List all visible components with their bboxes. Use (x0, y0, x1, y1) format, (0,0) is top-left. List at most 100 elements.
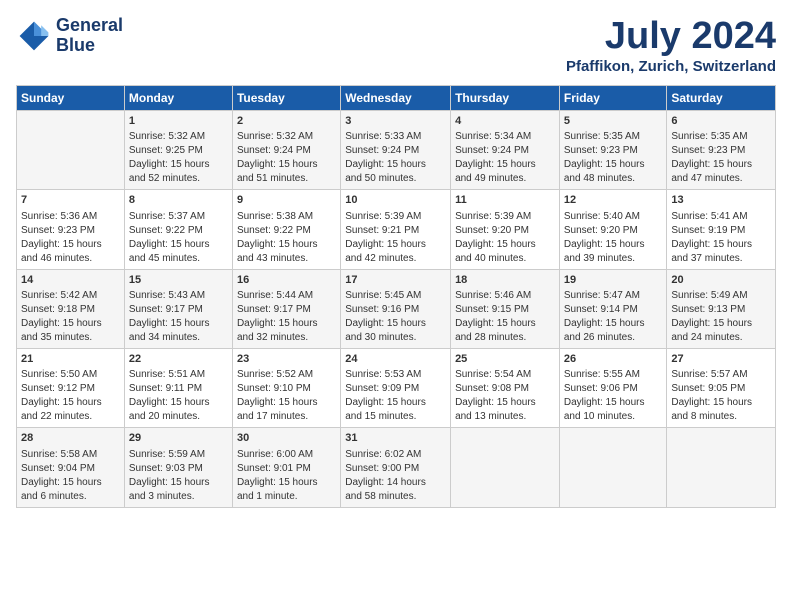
day-number: 29 (129, 431, 228, 446)
location-subtitle: Pfaffikon, Zurich, Switzerland (566, 58, 776, 75)
day-info-line: Sunrise: 5:49 AM (671, 289, 771, 303)
day-info-line: Daylight: 15 hours (237, 317, 336, 331)
calendar-cell: 16Sunrise: 5:44 AMSunset: 9:17 PMDayligh… (232, 269, 340, 348)
day-info-line: Sunrise: 5:32 AM (237, 130, 336, 144)
day-info-line: and 3 minutes. (129, 490, 228, 504)
day-info-line: Daylight: 15 hours (237, 476, 336, 490)
day-info-line: Sunrise: 6:02 AM (345, 448, 446, 462)
day-number: 24 (345, 352, 446, 367)
day-info-line: Sunset: 9:23 PM (564, 144, 663, 158)
calendar-cell: 9Sunrise: 5:38 AMSunset: 9:22 PMDaylight… (232, 190, 340, 269)
logo-icon (16, 18, 52, 54)
day-info-line: Sunset: 9:01 PM (237, 462, 336, 476)
day-info-line: Daylight: 15 hours (129, 317, 228, 331)
calendar-week-3: 14Sunrise: 5:42 AMSunset: 9:18 PMDayligh… (17, 269, 776, 348)
col-sunday: Sunday (17, 85, 125, 110)
day-info-line: Sunset: 9:22 PM (237, 224, 336, 238)
day-info-line: Daylight: 15 hours (237, 238, 336, 252)
day-info-line: Sunrise: 5:44 AM (237, 289, 336, 303)
day-info-line: and 26 minutes. (564, 331, 663, 345)
day-info-line: Daylight: 15 hours (129, 158, 228, 172)
day-info-line: Sunset: 9:11 PM (129, 382, 228, 396)
col-monday: Monday (124, 85, 232, 110)
day-info-line: Sunrise: 5:34 AM (455, 130, 555, 144)
day-info-line: Daylight: 15 hours (671, 238, 771, 252)
day-info-line: Sunrise: 5:40 AM (564, 210, 663, 224)
day-info-line: Sunset: 9:10 PM (237, 382, 336, 396)
day-info-line: Sunrise: 5:50 AM (21, 368, 120, 382)
day-number: 5 (564, 114, 663, 129)
day-info-line: Sunrise: 5:35 AM (564, 130, 663, 144)
day-info-line: and 35 minutes. (21, 331, 120, 345)
calendar-cell: 3Sunrise: 5:33 AMSunset: 9:24 PMDaylight… (341, 110, 451, 189)
day-info-line: and 47 minutes. (671, 172, 771, 186)
calendar-cell (667, 428, 776, 507)
day-info-line: Daylight: 15 hours (21, 317, 120, 331)
calendar-cell: 14Sunrise: 5:42 AMSunset: 9:18 PMDayligh… (17, 269, 125, 348)
day-info-line: Sunset: 9:08 PM (455, 382, 555, 396)
calendar-cell: 12Sunrise: 5:40 AMSunset: 9:20 PMDayligh… (559, 190, 667, 269)
calendar-cell: 1Sunrise: 5:32 AMSunset: 9:25 PMDaylight… (124, 110, 232, 189)
day-info-line: Sunrise: 5:33 AM (345, 130, 446, 144)
day-number: 26 (564, 352, 663, 367)
day-info-line: Sunrise: 5:52 AM (237, 368, 336, 382)
day-number: 13 (671, 193, 771, 208)
calendar-cell: 2Sunrise: 5:32 AMSunset: 9:24 PMDaylight… (232, 110, 340, 189)
calendar-cell: 20Sunrise: 5:49 AMSunset: 9:13 PMDayligh… (667, 269, 776, 348)
logo-text: General Blue (56, 16, 123, 56)
calendar-cell: 18Sunrise: 5:46 AMSunset: 9:15 PMDayligh… (451, 269, 560, 348)
day-info-line: Daylight: 15 hours (129, 476, 228, 490)
header-row: Sunday Monday Tuesday Wednesday Thursday… (17, 85, 776, 110)
day-info-line: and 1 minute. (237, 490, 336, 504)
day-info-line: Sunrise: 6:00 AM (237, 448, 336, 462)
day-info-line: and 50 minutes. (345, 172, 446, 186)
day-number: 3 (345, 114, 446, 129)
day-number: 2 (237, 114, 336, 129)
day-number: 17 (345, 273, 446, 288)
day-info-line: and 45 minutes. (129, 252, 228, 266)
day-info-line: Sunset: 9:19 PM (671, 224, 771, 238)
day-info-line: Sunrise: 5:46 AM (455, 289, 555, 303)
day-info-line: Sunrise: 5:59 AM (129, 448, 228, 462)
day-info-line: Sunset: 9:17 PM (237, 303, 336, 317)
day-info-line: Sunset: 9:23 PM (671, 144, 771, 158)
day-info-line: Daylight: 15 hours (345, 158, 446, 172)
calendar-cell: 27Sunrise: 5:57 AMSunset: 9:05 PMDayligh… (667, 348, 776, 427)
day-info-line: Daylight: 15 hours (671, 396, 771, 410)
calendar-cell: 24Sunrise: 5:53 AMSunset: 9:09 PMDayligh… (341, 348, 451, 427)
day-number: 11 (455, 193, 555, 208)
day-number: 18 (455, 273, 555, 288)
day-info-line: Sunset: 9:24 PM (455, 144, 555, 158)
day-number: 4 (455, 114, 555, 129)
calendar-week-2: 7Sunrise: 5:36 AMSunset: 9:23 PMDaylight… (17, 190, 776, 269)
day-info-line: Sunset: 9:25 PM (129, 144, 228, 158)
calendar-cell (451, 428, 560, 507)
day-number: 23 (237, 352, 336, 367)
day-info-line: and 20 minutes. (129, 410, 228, 424)
day-info-line: and 28 minutes. (455, 331, 555, 345)
day-number: 30 (237, 431, 336, 446)
day-info-line: Daylight: 15 hours (237, 158, 336, 172)
day-info-line: Sunrise: 5:36 AM (21, 210, 120, 224)
day-info-line: Sunrise: 5:51 AM (129, 368, 228, 382)
day-number: 19 (564, 273, 663, 288)
day-info-line: and 6 minutes. (21, 490, 120, 504)
day-info-line: and 30 minutes. (345, 331, 446, 345)
day-info-line: Sunset: 9:15 PM (455, 303, 555, 317)
day-info-line: Sunset: 9:06 PM (564, 382, 663, 396)
day-info-line: and 32 minutes. (237, 331, 336, 345)
day-info-line: Daylight: 15 hours (345, 238, 446, 252)
day-info-line: Sunset: 9:20 PM (564, 224, 663, 238)
day-info-line: Sunrise: 5:45 AM (345, 289, 446, 303)
calendar-cell: 25Sunrise: 5:54 AMSunset: 9:08 PMDayligh… (451, 348, 560, 427)
day-info-line: Sunset: 9:23 PM (21, 224, 120, 238)
day-info-line: Sunset: 9:12 PM (21, 382, 120, 396)
calendar-cell: 28Sunrise: 5:58 AMSunset: 9:04 PMDayligh… (17, 428, 125, 507)
day-info-line: Sunset: 9:05 PM (671, 382, 771, 396)
day-info-line: Sunset: 9:17 PM (129, 303, 228, 317)
day-info-line: Sunset: 9:22 PM (129, 224, 228, 238)
calendar-cell: 4Sunrise: 5:34 AMSunset: 9:24 PMDaylight… (451, 110, 560, 189)
day-info-line: Daylight: 15 hours (21, 476, 120, 490)
day-info-line: Daylight: 15 hours (455, 238, 555, 252)
day-info-line: Daylight: 15 hours (129, 396, 228, 410)
